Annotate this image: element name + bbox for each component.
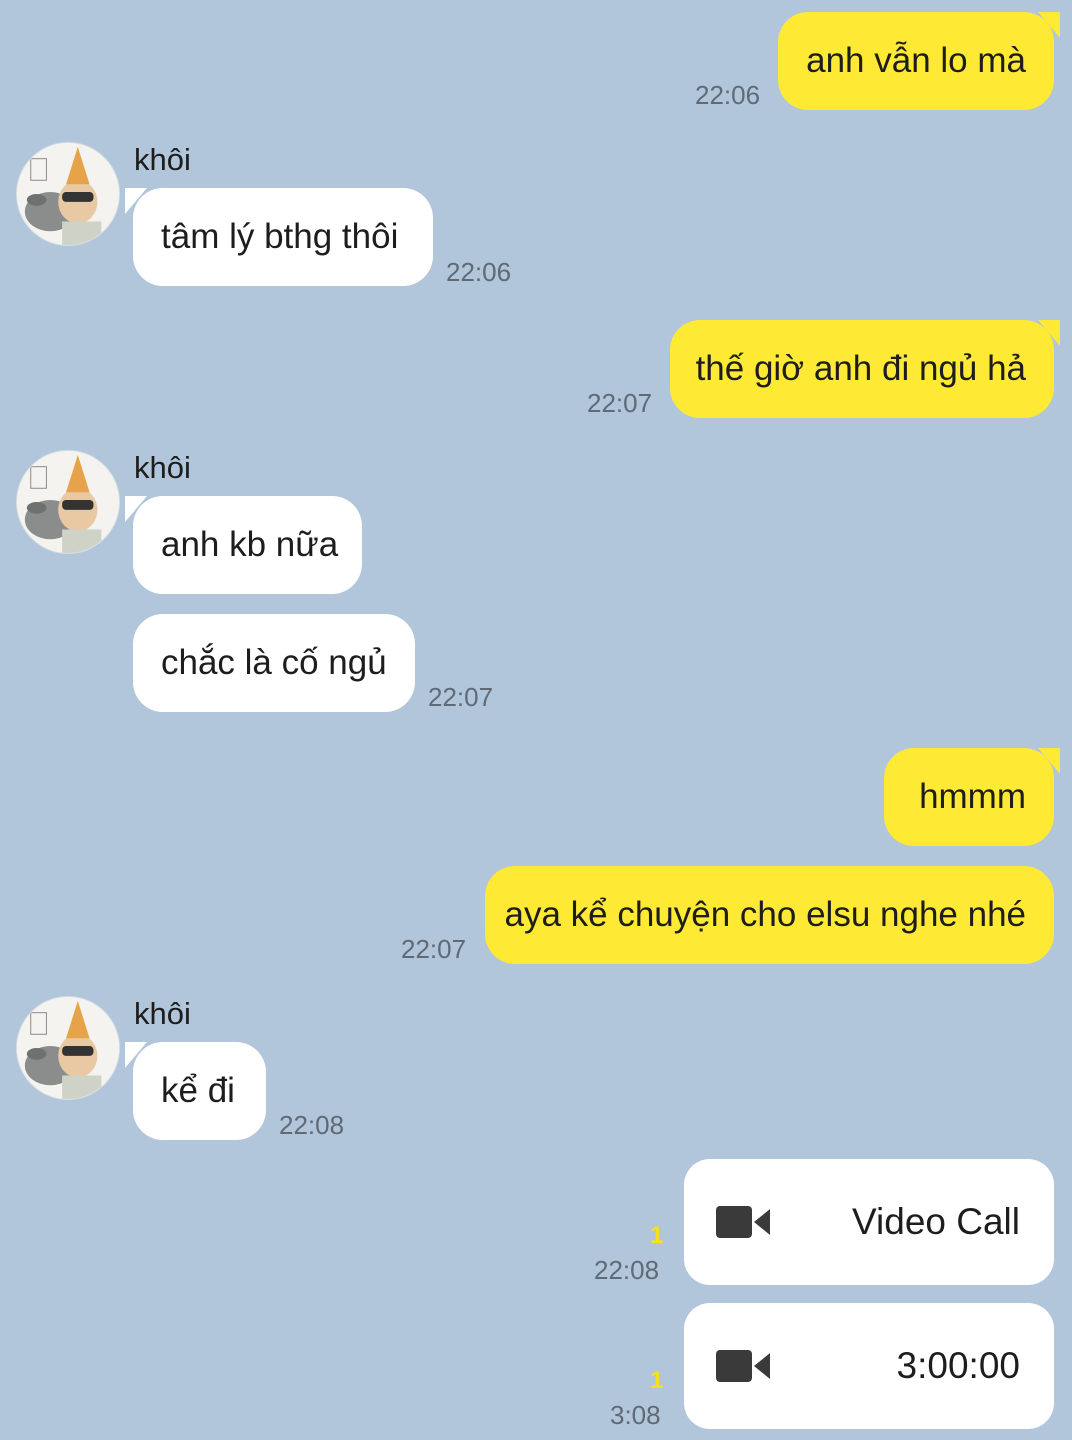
video-call-card[interactable]: Video Call — [684, 1159, 1054, 1285]
contact-avatar[interactable] — [16, 142, 120, 246]
my-message-bubble[interactable]: hmmm — [884, 748, 1060, 846]
message-time: 22:07 — [428, 682, 494, 712]
call-duration: 3:00:00 — [896, 1345, 1020, 1386]
avatar-image — [17, 451, 119, 553]
avatar-image — [17, 143, 119, 245]
their-message-bubble[interactable]: chắc là cố ngủ — [133, 614, 415, 712]
unread-count: 1 — [650, 1222, 664, 1249]
video-camera-icon — [716, 1350, 770, 1382]
my-message-bubble[interactable]: anh vẫn lo mà — [778, 12, 1060, 110]
message-time: 22:06 — [695, 80, 761, 110]
chat-room[interactable]: anh vẫn lo mà 22:06 khôi tâm lý bthg thô… — [0, 0, 1072, 1440]
message-text: anh vẫn lo mà — [806, 41, 1026, 80]
their-message-bubble[interactable]: tâm lý bthg thôi — [125, 188, 433, 286]
sender-name: khôi — [134, 142, 191, 177]
their-message-bubble[interactable]: kể đi — [125, 1042, 266, 1140]
message-text: anh kb nữa — [161, 525, 339, 564]
message-text: chắc là cố ngủ — [161, 643, 387, 682]
message-time: 22:07 — [587, 388, 653, 418]
contact-avatar[interactable] — [16, 996, 120, 1100]
message-time: 3:08 — [610, 1400, 661, 1430]
message-text: aya kể chuyện cho elsu nghe nhé — [504, 895, 1027, 934]
message-text: thế giờ anh đi ngủ hả — [695, 349, 1026, 388]
video-camera-icon — [716, 1206, 770, 1238]
message-time: 22:08 — [279, 1110, 345, 1140]
their-message-bubble[interactable]: anh kb nữa — [125, 496, 362, 594]
message-time: 22:07 — [401, 934, 467, 964]
message-time: 22:06 — [446, 257, 512, 287]
message-time: 22:08 — [594, 1255, 660, 1285]
message-text: tâm lý bthg thôi — [161, 217, 399, 256]
my-message-bubble[interactable]: thế giờ anh đi ngủ hả — [670, 320, 1060, 418]
message-text: hmmm — [919, 777, 1026, 816]
sender-name: khôi — [134, 996, 191, 1031]
contact-avatar[interactable] — [16, 450, 120, 554]
unread-count: 1 — [650, 1367, 664, 1394]
my-message-bubble[interactable]: aya kể chuyện cho elsu nghe nhé — [485, 866, 1054, 964]
avatar-image — [17, 997, 119, 1099]
sender-name: khôi — [134, 450, 191, 485]
call-label: Video Call — [852, 1201, 1020, 1242]
message-text: kể đi — [161, 1071, 235, 1110]
video-call-card[interactable]: 3:00:00 — [684, 1303, 1054, 1429]
